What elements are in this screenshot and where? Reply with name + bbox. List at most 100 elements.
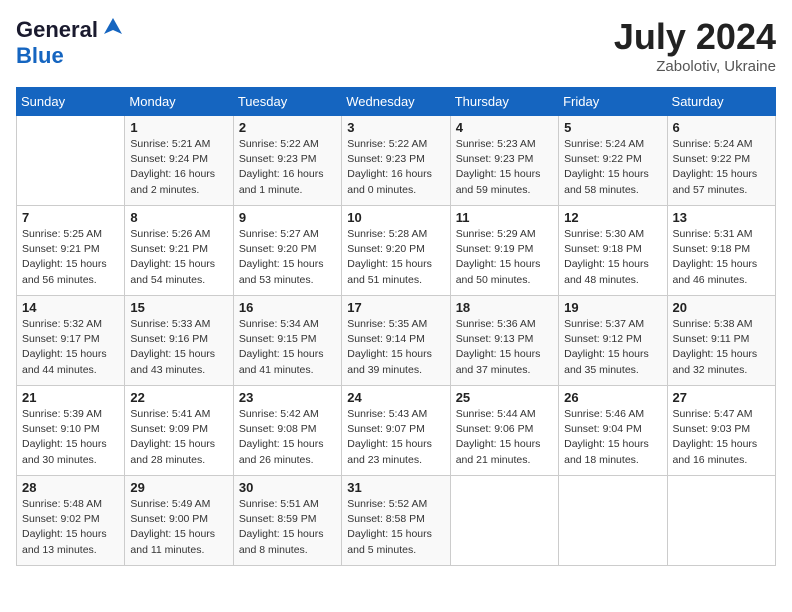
day-info: Sunrise: 5:41 AM Sunset: 9:09 PM Dayligh… (130, 407, 227, 468)
calendar-cell: 22 Sunrise: 5:41 AM Sunset: 9:09 PM Dayli… (125, 386, 233, 476)
column-header-saturday: Saturday (667, 88, 775, 116)
day-number: 26 (564, 390, 661, 405)
day-number: 27 (673, 390, 770, 405)
day-number: 14 (22, 300, 119, 315)
day-info: Sunrise: 5:51 AM Sunset: 8:59 PM Dayligh… (239, 497, 336, 558)
day-info: Sunrise: 5:35 AM Sunset: 9:14 PM Dayligh… (347, 317, 444, 378)
day-number: 6 (673, 120, 770, 135)
calendar-cell: 16 Sunrise: 5:34 AM Sunset: 9:15 PM Dayli… (233, 296, 341, 386)
day-info: Sunrise: 5:49 AM Sunset: 9:00 PM Dayligh… (130, 497, 227, 558)
day-info: Sunrise: 5:42 AM Sunset: 9:08 PM Dayligh… (239, 407, 336, 468)
calendar-cell: 26 Sunrise: 5:46 AM Sunset: 9:04 PM Dayli… (559, 386, 667, 476)
logo: General Blue (16, 16, 124, 69)
calendar-header-row: SundayMondayTuesdayWednesdayThursdayFrid… (17, 88, 776, 116)
day-number: 25 (456, 390, 553, 405)
calendar-cell (559, 476, 667, 566)
day-info: Sunrise: 5:29 AM Sunset: 9:19 PM Dayligh… (456, 227, 553, 288)
calendar-cell: 27Sunrise: 5:47 AM Sunset: 9:03 PM Dayli… (667, 386, 775, 476)
day-number: 2 (239, 120, 336, 135)
column-header-tuesday: Tuesday (233, 88, 341, 116)
calendar-cell: 12 Sunrise: 5:30 AM Sunset: 9:18 PM Dayli… (559, 206, 667, 296)
day-number: 16 (239, 300, 336, 315)
day-info: Sunrise: 5:48 AM Sunset: 9:02 PM Dayligh… (22, 497, 119, 558)
week-row-5: 28 Sunrise: 5:48 AM Sunset: 9:02 PM Dayli… (17, 476, 776, 566)
location: Zabolotiv, Ukraine (614, 58, 776, 75)
day-number: 30 (239, 480, 336, 495)
logo-general-text: General (16, 17, 98, 43)
day-info: Sunrise: 5:24 AM Sunset: 9:22 PM Dayligh… (673, 137, 770, 198)
day-info: Sunrise: 5:22 AM Sunset: 9:23 PM Dayligh… (239, 137, 336, 198)
day-info: Sunrise: 5:31 AM Sunset: 9:18 PM Dayligh… (673, 227, 770, 288)
day-info: Sunrise: 5:52 AM Sunset: 8:58 PM Dayligh… (347, 497, 444, 558)
day-info: Sunrise: 5:34 AM Sunset: 9:15 PM Dayligh… (239, 317, 336, 378)
page-header: General Blue July 2024 Zabolotiv, Ukrain… (16, 16, 776, 75)
logo-bird-icon (102, 16, 124, 43)
day-number: 31 (347, 480, 444, 495)
day-info: Sunrise: 5:27 AM Sunset: 9:20 PM Dayligh… (239, 227, 336, 288)
calendar-cell: 13 Sunrise: 5:31 AM Sunset: 9:18 PM Dayli… (667, 206, 775, 296)
day-info: Sunrise: 5:39 AM Sunset: 9:10 PM Dayligh… (22, 407, 119, 468)
day-number: 7 (22, 210, 119, 225)
day-info: Sunrise: 5:26 AM Sunset: 9:21 PM Dayligh… (130, 227, 227, 288)
day-info: Sunrise: 5:21 AM Sunset: 9:24 PM Dayligh… (130, 137, 227, 198)
calendar-cell: 4 Sunrise: 5:23 AM Sunset: 9:23 PM Daylig… (450, 116, 558, 206)
calendar-cell: 30 Sunrise: 5:51 AM Sunset: 8:59 PM Dayli… (233, 476, 341, 566)
day-info: Sunrise: 5:43 AM Sunset: 9:07 PM Dayligh… (347, 407, 444, 468)
calendar-cell: 5Sunrise: 5:24 AM Sunset: 9:22 PM Daylig… (559, 116, 667, 206)
day-info: Sunrise: 5:37 AM Sunset: 9:12 PM Dayligh… (564, 317, 661, 378)
day-info: Sunrise: 5:36 AM Sunset: 9:13 PM Dayligh… (456, 317, 553, 378)
calendar-cell: 1 Sunrise: 5:21 AM Sunset: 9:24 PM Daylig… (125, 116, 233, 206)
calendar-cell: 21 Sunrise: 5:39 AM Sunset: 9:10 PM Dayli… (17, 386, 125, 476)
day-number: 19 (564, 300, 661, 315)
day-number: 4 (456, 120, 553, 135)
day-number: 15 (130, 300, 227, 315)
calendar-cell: 20 Sunrise: 5:38 AM Sunset: 9:11 PM Dayli… (667, 296, 775, 386)
column-header-friday: Friday (559, 88, 667, 116)
day-number: 24 (347, 390, 444, 405)
calendar-cell: 8 Sunrise: 5:26 AM Sunset: 9:21 PM Daylig… (125, 206, 233, 296)
calendar-table: SundayMondayTuesdayWednesdayThursdayFrid… (16, 87, 776, 566)
day-number: 10 (347, 210, 444, 225)
column-header-monday: Monday (125, 88, 233, 116)
day-info: Sunrise: 5:44 AM Sunset: 9:06 PM Dayligh… (456, 407, 553, 468)
calendar-cell: 25 Sunrise: 5:44 AM Sunset: 9:06 PM Dayli… (450, 386, 558, 476)
day-info: Sunrise: 5:28 AM Sunset: 9:20 PM Dayligh… (347, 227, 444, 288)
week-row-2: 7 Sunrise: 5:25 AM Sunset: 9:21 PM Daylig… (17, 206, 776, 296)
day-number: 13 (673, 210, 770, 225)
day-info: Sunrise: 5:22 AM Sunset: 9:23 PM Dayligh… (347, 137, 444, 198)
day-number: 28 (22, 480, 119, 495)
day-number: 17 (347, 300, 444, 315)
calendar-cell: 14Sunrise: 5:32 AM Sunset: 9:17 PM Dayli… (17, 296, 125, 386)
title-block: July 2024 Zabolotiv, Ukraine (614, 16, 776, 75)
logo-blue-text: Blue (16, 43, 64, 68)
day-info: Sunrise: 5:24 AM Sunset: 9:22 PM Dayligh… (564, 137, 661, 198)
day-info: Sunrise: 5:38 AM Sunset: 9:11 PM Dayligh… (673, 317, 770, 378)
day-info: Sunrise: 5:23 AM Sunset: 9:23 PM Dayligh… (456, 137, 553, 198)
week-row-3: 14Sunrise: 5:32 AM Sunset: 9:17 PM Dayli… (17, 296, 776, 386)
day-number: 1 (130, 120, 227, 135)
day-info: Sunrise: 5:33 AM Sunset: 9:16 PM Dayligh… (130, 317, 227, 378)
day-number: 8 (130, 210, 227, 225)
day-info: Sunrise: 5:25 AM Sunset: 9:21 PM Dayligh… (22, 227, 119, 288)
day-number: 21 (22, 390, 119, 405)
calendar-cell: 6 Sunrise: 5:24 AM Sunset: 9:22 PM Daylig… (667, 116, 775, 206)
day-info: Sunrise: 5:30 AM Sunset: 9:18 PM Dayligh… (564, 227, 661, 288)
day-number: 22 (130, 390, 227, 405)
calendar-cell: 29Sunrise: 5:49 AM Sunset: 9:00 PM Dayli… (125, 476, 233, 566)
column-header-thursday: Thursday (450, 88, 558, 116)
day-number: 11 (456, 210, 553, 225)
calendar-cell: 31 Sunrise: 5:52 AM Sunset: 8:58 PM Dayli… (342, 476, 450, 566)
day-number: 3 (347, 120, 444, 135)
calendar-cell: 15 Sunrise: 5:33 AM Sunset: 9:16 PM Dayli… (125, 296, 233, 386)
day-number: 20 (673, 300, 770, 315)
day-info: Sunrise: 5:46 AM Sunset: 9:04 PM Dayligh… (564, 407, 661, 468)
day-number: 12 (564, 210, 661, 225)
month-year: July 2024 (614, 16, 776, 58)
calendar-cell (667, 476, 775, 566)
day-number: 18 (456, 300, 553, 315)
calendar-cell: 28 Sunrise: 5:48 AM Sunset: 9:02 PM Dayli… (17, 476, 125, 566)
calendar-cell: 11 Sunrise: 5:29 AM Sunset: 9:19 PM Dayli… (450, 206, 558, 296)
calendar-cell: 7 Sunrise: 5:25 AM Sunset: 9:21 PM Daylig… (17, 206, 125, 296)
calendar-cell: 9Sunrise: 5:27 AM Sunset: 9:20 PM Daylig… (233, 206, 341, 296)
calendar-cell: 18 Sunrise: 5:36 AM Sunset: 9:13 PM Dayli… (450, 296, 558, 386)
